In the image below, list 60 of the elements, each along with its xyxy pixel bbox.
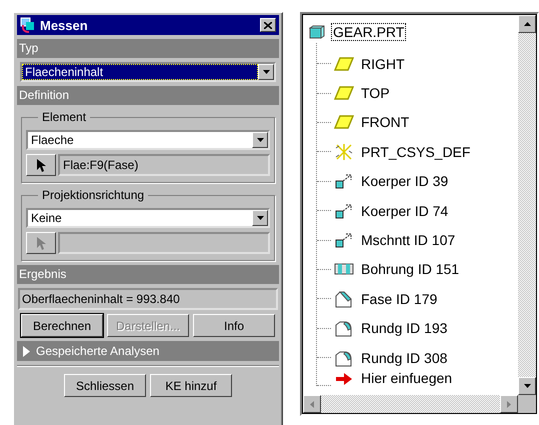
close-icon	[264, 22, 272, 28]
round-icon	[334, 348, 354, 367]
pointer-icon	[36, 158, 46, 172]
datum-plane-icon	[334, 86, 354, 100]
select-dropdown[interactable]: Flaeche	[26, 130, 270, 150]
caret-icon	[507, 400, 511, 408]
extrude-icon	[334, 202, 354, 220]
datum-plane-icon	[334, 56, 354, 71]
extrude-icon	[334, 231, 354, 250]
round-icon	[334, 319, 354, 338]
tree-item[interactable]: Bohrung ID 151	[357, 261, 460, 278]
part-icon	[309, 25, 325, 39]
action-button[interactable]: Berechnen	[21, 314, 103, 337]
saved-analyses-bar[interactable]: Gespeicherte Analysen	[17, 341, 279, 361]
reference-field[interactable]	[58, 232, 270, 254]
tree-item[interactable]: TOP	[357, 85, 390, 102]
tree-item[interactable]: GEAR.PRT	[331, 23, 406, 41]
group-legend: Projektionsrichtung	[38, 188, 148, 202]
action-button[interactable]: Info	[193, 314, 275, 337]
chamfer-icon	[334, 290, 354, 308]
tree-item[interactable]: Rundg ID 193	[357, 320, 448, 336]
expand-icon	[23, 346, 30, 356]
footer-button[interactable]: KE hinzuf	[150, 374, 232, 397]
group-legend: Element	[38, 110, 90, 124]
result-field[interactable]: Oberflaecheninhalt = 993.840	[18, 288, 278, 310]
caret-icon	[524, 22, 530, 26]
arrow-icon	[335, 372, 353, 386]
caret-icon	[524, 384, 530, 388]
horizontal-scrollbar[interactable]	[303, 395, 518, 413]
coordinate-system-icon	[334, 142, 354, 161]
caret-icon	[256, 216, 264, 220]
scrollbar-corner	[518, 395, 536, 413]
caret-icon	[256, 138, 264, 142]
tree-item[interactable]: Koerper ID 74	[357, 202, 448, 219]
tree-item[interactable]: RIGHT	[357, 56, 405, 72]
window-title: Messen	[40, 18, 89, 32]
app-icon	[20, 17, 36, 33]
footer-button[interactable]: Schliessen	[64, 374, 146, 397]
section-header: Ergebnis	[17, 265, 279, 284]
reference-field[interactable]: Flae:F9(Fase)	[58, 154, 270, 176]
tree-item[interactable]: Rundg ID 308	[357, 350, 448, 366]
datum-plane-icon	[334, 115, 354, 130]
vertical-scrollbar[interactable]	[518, 15, 536, 395]
tree-item[interactable]: Koerper ID 39	[357, 173, 448, 190]
section-header: Typ	[17, 39, 279, 58]
caret-icon	[262, 70, 270, 74]
extrude-icon	[334, 172, 354, 190]
pick-button[interactable]	[26, 154, 56, 176]
type-dropdown[interactable]: Flaecheninhalt	[20, 62, 276, 82]
tree-item[interactable]: Mschntt ID 107	[357, 232, 456, 248]
select-dropdown[interactable]: Keine	[26, 208, 270, 228]
close-button[interactable]	[260, 18, 276, 32]
tree-item[interactable]: Fase ID 179	[357, 290, 438, 307]
hole-icon	[334, 262, 354, 276]
pointer-icon	[36, 236, 46, 250]
tree-item[interactable]: Hier einfuegen	[357, 370, 452, 386]
tree-item[interactable]: FRONT	[357, 114, 410, 130]
tree-item[interactable]: PRT_CSYS_DEF	[357, 144, 470, 160]
section-header: Definition	[17, 86, 279, 105]
caret-icon	[310, 400, 314, 408]
